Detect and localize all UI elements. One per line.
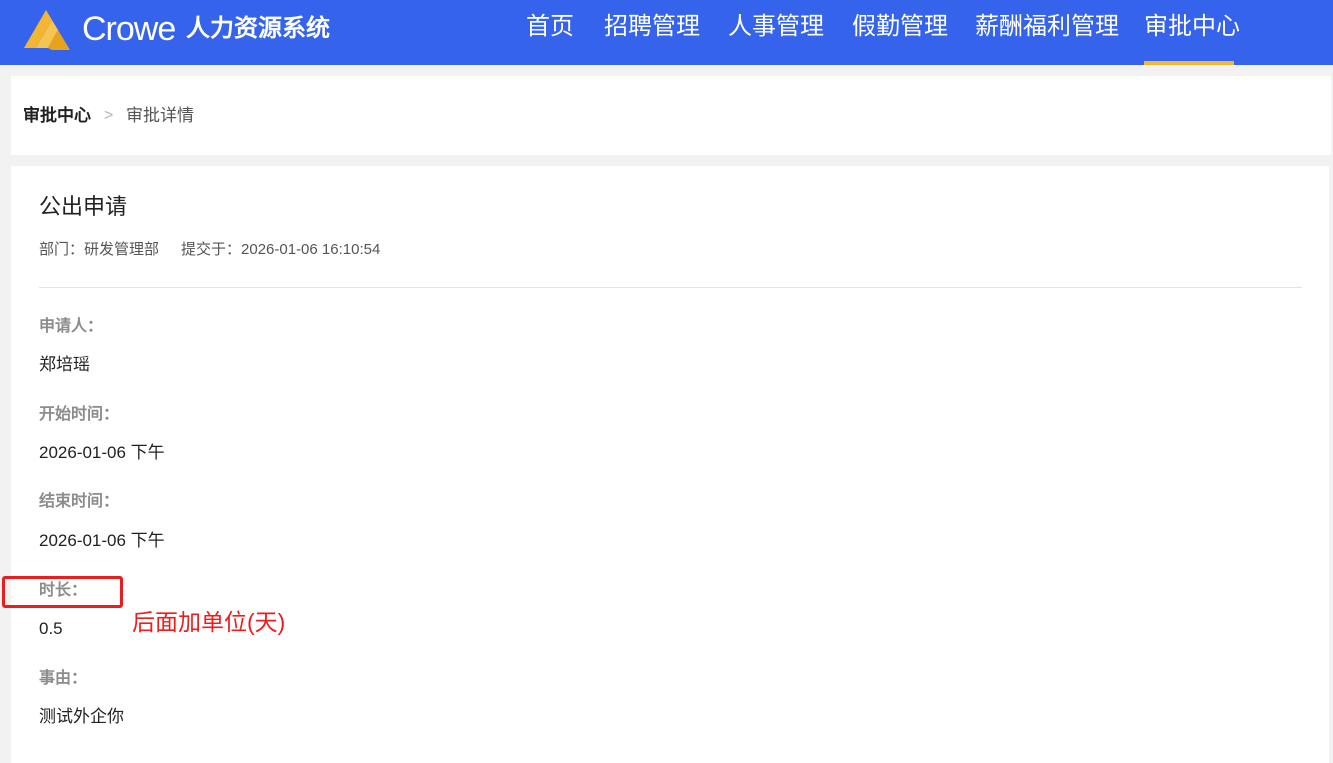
active-tab-indicator xyxy=(1144,61,1234,65)
breadcrumb-current: 审批详情 xyxy=(126,106,194,125)
nav-attendance[interactable]: 假勤管理 xyxy=(852,10,948,44)
annotation-note: 后面加单位(天) xyxy=(132,609,286,635)
end-time-value: 2026-01-06 下午 xyxy=(39,531,165,550)
applicant-label: 申请人： xyxy=(39,318,104,335)
nav-approval-center[interactable]: 审批中心 xyxy=(1144,10,1240,44)
divider xyxy=(39,287,1302,288)
department-text: 部门：研发管理部 xyxy=(39,241,160,258)
system-name: 人力资源系统 xyxy=(186,15,330,42)
nav-compensation[interactable]: 薪酬福利管理 xyxy=(975,10,1119,44)
brand-name: Crowe xyxy=(82,10,176,48)
breadcrumb-chevron-icon: > xyxy=(104,107,114,124)
approval-detail-panel: 公出申请 部门：研发管理部 提交于：2026-01-06 16:10:54 申请人… xyxy=(2,166,1329,763)
submitted-time-text: 提交于：2026-01-06 16:10:54 xyxy=(181,241,381,258)
reason-value: 测试外企你 xyxy=(39,707,124,726)
crowe-logo-icon xyxy=(24,10,70,50)
breadcrumb: 审批中心 > 审批详情 xyxy=(11,76,1331,155)
page-title: 公出申请 xyxy=(39,194,128,219)
start-time-label: 开始时间： xyxy=(39,406,120,423)
annotation-highlight-box xyxy=(2,576,123,608)
nav-home[interactable]: 首页 xyxy=(526,10,574,44)
reason-label: 事由： xyxy=(39,670,88,687)
start-time-value: 2026-01-06 下午 xyxy=(39,443,165,462)
nav-personnel[interactable]: 人事管理 xyxy=(728,10,824,44)
nav-recruitment[interactable]: 招聘管理 xyxy=(604,10,700,44)
applicant-value: 郑培瑶 xyxy=(39,355,90,374)
breadcrumb-root[interactable]: 审批中心 xyxy=(23,104,91,128)
end-time-label: 结束时间： xyxy=(39,493,120,510)
top-navigation-bar: Crowe 人力资源系统 首页 招聘管理 人事管理 假勤管理 薪酬福利管理 审批… xyxy=(0,0,1333,65)
request-meta: 部门：研发管理部 提交于：2026-01-06 16:10:54 xyxy=(39,239,380,261)
duration-value: 0.5 xyxy=(39,619,63,638)
